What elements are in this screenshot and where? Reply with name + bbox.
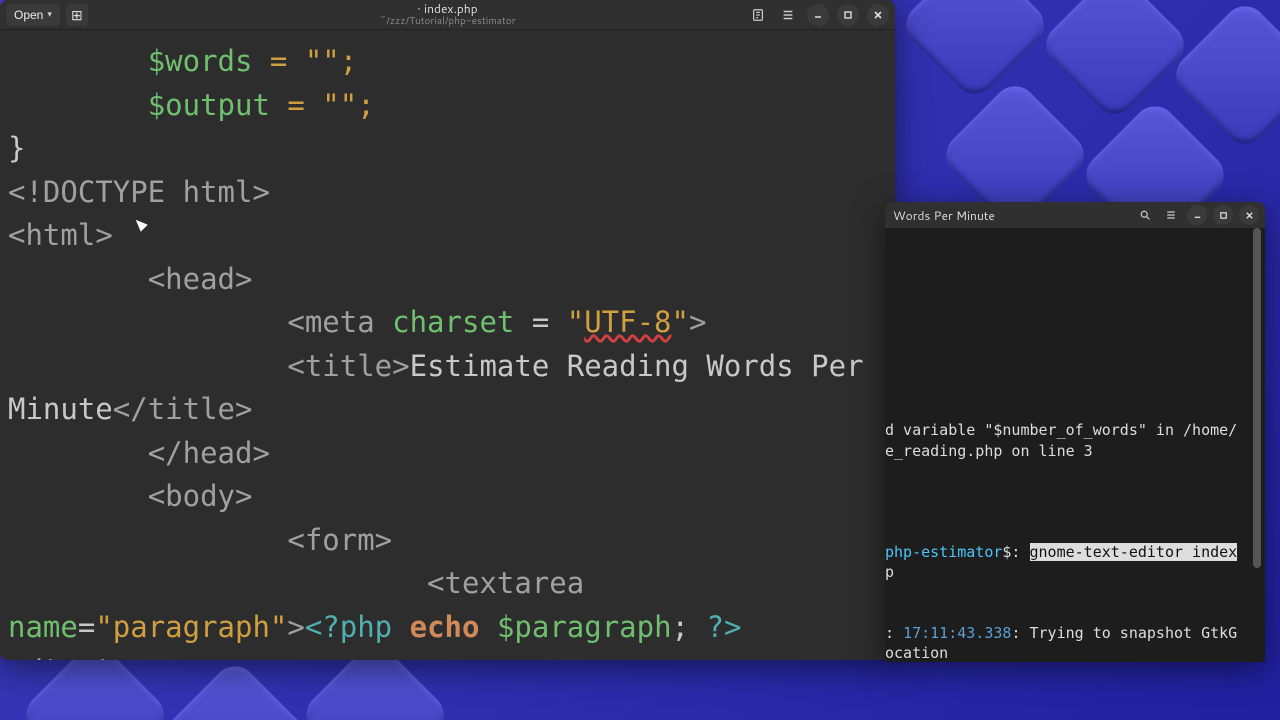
- editor-filepath: ~/zzz/Tutorial/php-estimator: [379, 16, 515, 27]
- maximize-button[interactable]: [1213, 205, 1233, 225]
- open-button[interactable]: Open ▾: [6, 4, 60, 26]
- chevron-down-icon: ▾: [47, 9, 52, 20]
- terminal-output[interactable]: d variable "$number_of_words" in /home/ …: [885, 228, 1265, 662]
- search-button[interactable]: [1135, 205, 1155, 225]
- open-button-label: Open: [14, 8, 43, 22]
- minimize-button[interactable]: [807, 4, 829, 26]
- hamburger-menu-button[interactable]: [1161, 205, 1181, 225]
- plus-icon: ⊞: [71, 5, 83, 25]
- terminal-window: Words Per Minute d variable "$number_of_…: [885, 202, 1265, 662]
- scrollbar-thumb[interactable]: [1253, 228, 1261, 568]
- terminal-timestamp: 17:11:43.338: [903, 624, 1011, 642]
- maximize-button[interactable]: [837, 4, 859, 26]
- editor-headerbar: Open ▾ ⊞ · index.php ~/zzz/Tutorial/php-…: [0, 0, 895, 30]
- hamburger-menu-button[interactable]: [777, 4, 799, 26]
- minimize-button[interactable]: [1187, 205, 1207, 225]
- code-editor-viewport[interactable]: $words = ""; $output = ""; } <!DOCTYPE h…: [0, 30, 895, 660]
- terminal-prompt-path: php-estimator: [885, 543, 1002, 561]
- text-editor-window: Open ▾ ⊞ · index.php ~/zzz/Tutorial/php-…: [0, 0, 895, 660]
- terminal-selected-text: gnome-text-editor index: [1030, 543, 1238, 561]
- terminal-title: Words Per Minute: [893, 207, 995, 224]
- terminal-scrollbar[interactable]: [1253, 228, 1263, 662]
- document-info-button[interactable]: [747, 4, 769, 26]
- terminal-line: e_reading.php on line 3: [885, 442, 1093, 460]
- terminal-headerbar: Words Per Minute: [885, 202, 1265, 228]
- close-button[interactable]: [1239, 205, 1259, 225]
- close-button[interactable]: [867, 4, 889, 26]
- terminal-line: d variable "$number_of_words" in /home/: [885, 421, 1237, 439]
- new-tab-button[interactable]: ⊞: [66, 4, 88, 26]
- editor-title-block: · index.php ~/zzz/Tutorial/php-estimator: [379, 2, 515, 26]
